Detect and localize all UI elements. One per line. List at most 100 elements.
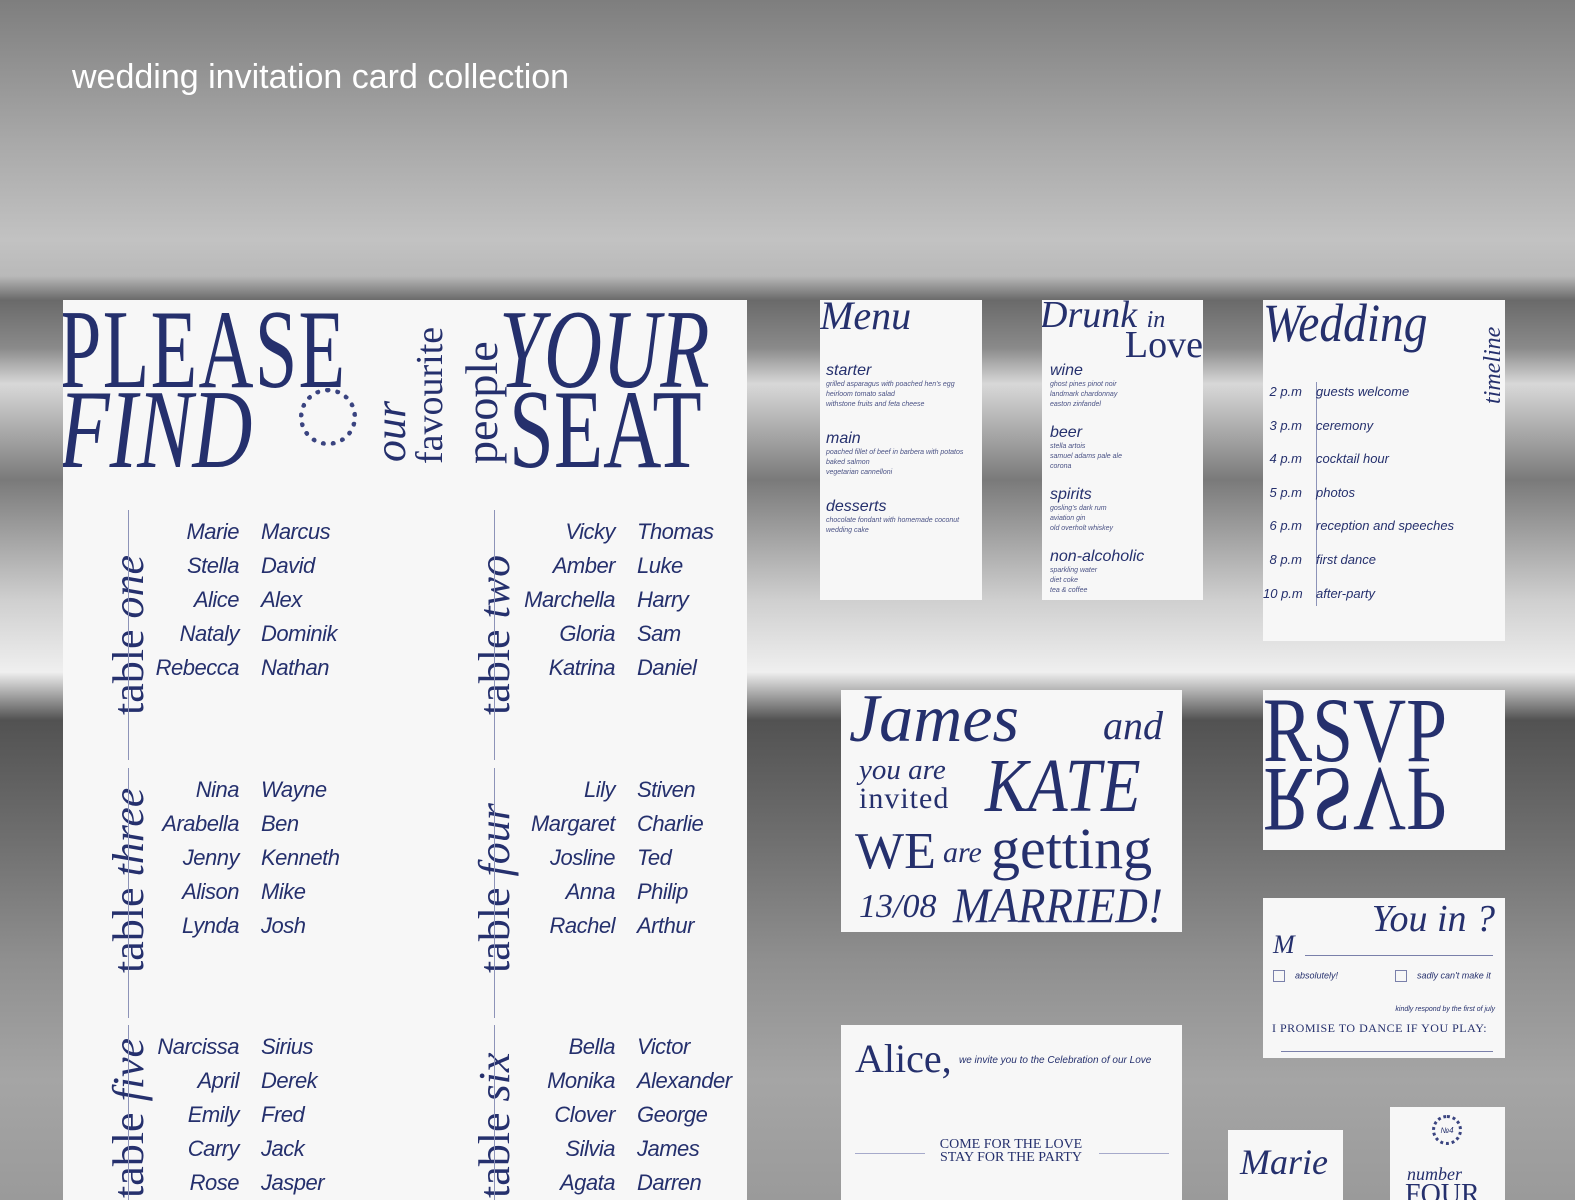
guest-name: Wayne	[261, 777, 327, 802]
song-line[interactable]	[1281, 1051, 1493, 1052]
section-heading: spirits	[1050, 486, 1092, 503]
checkbox-no-label: sadly can't make it	[1417, 970, 1491, 981]
divider-left	[855, 1153, 925, 1154]
section-item: grilled asparagus with poached hen's egg	[826, 381, 955, 388]
checkbox-no[interactable]: sadly can't make it	[1395, 970, 1491, 982]
timeline-row: 6 p.m reception and speeches	[1263, 518, 1454, 533]
reply-title: You in ?	[1371, 898, 1495, 940]
guest-pair: Monika Alexander	[515, 1064, 732, 1098]
guest-list: Lily Stiven Margaret Charlie Josline Ted Anna P…	[515, 773, 704, 943]
checkbox-yes-label: absolutely!	[1295, 970, 1339, 981]
guest-pair: April Derek	[139, 1064, 324, 1098]
timeline-time: 2 p.m	[1269, 384, 1302, 399]
guest-pair: Agata Darren	[515, 1166, 732, 1200]
table-label: table two	[470, 555, 519, 715]
timeline-row: 3 p.m ceremony	[1263, 418, 1373, 433]
invite-we: WE	[855, 823, 936, 880]
reply-m: M	[1273, 930, 1295, 959]
divider-right	[1099, 1153, 1169, 1154]
section-heading: wine	[1050, 362, 1083, 379]
section-item: gosling's dark rum	[1050, 505, 1107, 512]
section-heading: desserts	[826, 498, 887, 515]
guest-name: Carry	[187, 1136, 240, 1161]
rsvp-card: RSVP RSVP	[1263, 690, 1505, 850]
guest-name: Lynda	[181, 913, 240, 938]
guest-name: Derek	[261, 1068, 318, 1093]
guest-name: Nina	[195, 777, 240, 802]
guest-pair: Nataly Dominik	[139, 617, 338, 651]
guest-name: Jack	[261, 1136, 305, 1161]
timeline-time: 4 p.m	[1269, 451, 1302, 467]
guest-pair: Rachel Arthur	[515, 909, 703, 943]
timeline-row: 2 p.m guests welcome	[1263, 384, 1409, 399]
guest-pair: Clover George	[515, 1098, 732, 1132]
guest-name: Rose	[189, 1170, 240, 1195]
section-item: sparkling water	[1050, 567, 1098, 574]
guest-name: Bella	[568, 1034, 616, 1059]
timeline-side-label: timeline	[1480, 326, 1505, 404]
guest-pair: Lily Stiven	[515, 773, 703, 807]
timeline-event: cocktail hour	[1316, 451, 1389, 467]
section: desserts chocolate fondant with homemade …	[826, 498, 981, 536]
page-title: wedding invitation card collection	[72, 58, 570, 96]
guest-pair: Lynda Josh	[139, 909, 339, 943]
section-heading: starter	[826, 362, 872, 379]
guest-name: Alice	[193, 587, 240, 612]
invite-kate: KATE	[985, 744, 1141, 828]
section-item: aviation gin	[1050, 515, 1086, 522]
invite-married: MARRIED!	[953, 877, 1163, 932]
timeline-time: 6 p.m	[1269, 518, 1302, 534]
guest-name: Luke	[637, 553, 683, 578]
guest-pair: Nina Wayne	[139, 773, 339, 807]
guest-name: James	[637, 1136, 700, 1161]
guest-pair: Alison Mike	[139, 875, 339, 909]
checkbox-yes-box[interactable]	[1273, 970, 1285, 982]
timeline-row: 10 p.m after-party	[1263, 586, 1375, 601]
guest-name: Josh	[261, 913, 306, 938]
guest-pair: Margaret Charlie	[515, 807, 704, 841]
table-divider	[494, 768, 495, 1018]
section: spirits gosling's dark rum aviation gin old…	[1050, 486, 1200, 534]
guest-list: Vicky Thomas Amber Luke Marchella Harry Gloria…	[515, 515, 714, 685]
guest-name: Monika	[547, 1068, 615, 1093]
guest-list: Marie Marcus Stella David Alice Alex Nataly Dom…	[139, 515, 338, 685]
section: main poached fillet of beef in barbera wi…	[826, 430, 981, 478]
section-item: corona	[1050, 463, 1072, 470]
section: beer stella artois samuel adams pale ale co…	[1050, 424, 1200, 472]
number-value: FOUR	[1405, 1179, 1480, 1200]
drinks-title-drunk: Drunk	[1042, 300, 1138, 336]
header-our: our	[366, 400, 415, 462]
header-favourite: favourite	[409, 326, 451, 464]
guest-name: Alexander	[637, 1068, 732, 1093]
number-seal-text: №4	[1440, 1125, 1454, 1135]
section-item: old overholt whiskey	[1050, 525, 1114, 532]
guest-name: Charlie	[637, 811, 704, 836]
guest-name: Silvia	[565, 1136, 615, 1161]
guest-name: Emily	[187, 1102, 240, 1127]
table-divider	[128, 768, 129, 1018]
guest-name: Sirius	[261, 1034, 314, 1059]
guest-name: Gloria	[559, 621, 615, 646]
section-item: wedding cake	[826, 527, 869, 534]
guest-pair: Rebecca Nathan	[139, 651, 337, 685]
table-divider	[494, 510, 495, 760]
guest-invite-card: Alice, we invite you to the Celebration …	[841, 1025, 1182, 1200]
guest-pair: Marie Marcus	[139, 515, 337, 549]
guest-name: Nathan	[261, 655, 329, 680]
guest-pair: Bella Victor	[515, 1030, 732, 1064]
drinks-card: Drunk in Love wine ghost pines pinot noir…	[1042, 300, 1203, 600]
section-item: samuel adams pale ale	[1050, 453, 1122, 460]
timeline-event: ceremony	[1316, 417, 1374, 433]
guest-name: Marcus	[261, 519, 331, 544]
guest-list: Nina Wayne Arabella Ben Jenny Kenneth Alison Mi…	[139, 773, 340, 943]
checkbox-yes[interactable]: absolutely!	[1273, 970, 1338, 982]
section-heading: non-alcoholic	[1050, 548, 1145, 565]
section: non-alcoholic sparkling water diet coke tea…	[1050, 548, 1200, 596]
invite-you-are: you are	[859, 754, 946, 786]
section: starter grilled asparagus with poached he…	[826, 362, 981, 410]
name-line[interactable]	[1305, 955, 1493, 956]
timeline-title: Wedding	[1263, 300, 1428, 353]
guest-pair: Anna Philip	[515, 875, 703, 909]
checkbox-no-box[interactable]	[1395, 970, 1407, 982]
section-item: chocolate fondant with homemade coconut	[826, 517, 960, 524]
